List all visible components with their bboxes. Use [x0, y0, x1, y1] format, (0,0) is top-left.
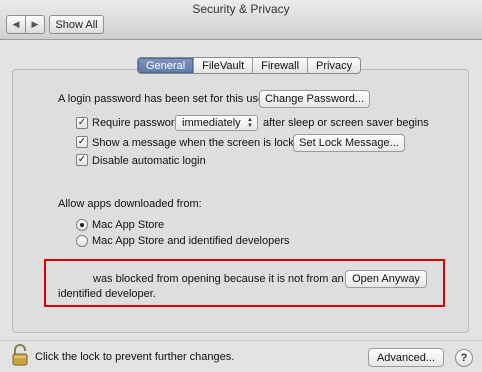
advanced-button[interactable]: Advanced...	[368, 348, 444, 367]
disable-auto-login-label: Disable automatic login	[92, 155, 206, 167]
tab-bar: General FileVault Firewall Privacy	[137, 57, 362, 74]
tab-firewall[interactable]: Firewall	[253, 58, 309, 73]
require-password-label: Require password	[92, 117, 181, 129]
back-arrow-icon: ◀	[12, 19, 20, 29]
show-message-label: Show a message when the screen is locked	[92, 137, 307, 149]
window-title: Security & Privacy	[192, 2, 290, 16]
require-password-select[interactable]: immediately ▲ ▼	[175, 115, 258, 131]
tab-privacy[interactable]: Privacy	[308, 58, 360, 73]
back-button[interactable]: ◀	[6, 15, 26, 34]
lock-text: Click the lock to prevent further change…	[35, 351, 235, 363]
tab-filevault[interactable]: FileVault	[194, 58, 254, 73]
blocked-message-line1: was blocked from opening because it is n…	[93, 273, 344, 285]
radio-identified-developers-label: Mac App Store and identified developers	[92, 235, 290, 247]
disable-auto-login-checkbox[interactable]: ✓	[76, 154, 88, 166]
footer-divider	[0, 340, 482, 341]
show-all-button[interactable]: Show All	[49, 15, 104, 34]
open-anyway-button[interactable]: Open Anyway	[345, 270, 427, 288]
stepper-arrows-icon: ▲ ▼	[247, 117, 253, 129]
radio-mac-app-store-label: Mac App Store	[92, 219, 165, 231]
checkmark-icon: ✓	[77, 154, 87, 165]
help-icon[interactable]: ?	[455, 349, 473, 367]
checkmark-icon: ✓	[77, 136, 87, 147]
radio-identified-developers[interactable]	[76, 235, 88, 247]
lock-icon[interactable]	[11, 344, 29, 366]
show-message-checkbox[interactable]: ✓	[76, 136, 88, 148]
checkmark-icon: ✓	[77, 117, 87, 128]
allow-apps-label: Allow apps downloaded from:	[58, 198, 202, 210]
forward-button[interactable]: ▶	[25, 15, 45, 34]
set-lock-message-button[interactable]: Set Lock Message...	[293, 134, 405, 152]
require-password-checkbox[interactable]: ✓	[76, 117, 88, 129]
tab-general[interactable]: General	[138, 58, 195, 73]
change-password-button[interactable]: Change Password...	[259, 90, 370, 108]
title-bar: Security & Privacy ◀ ▶ Show All	[0, 0, 482, 40]
login-password-text: A login password has been set for this u…	[58, 93, 268, 105]
forward-arrow-icon: ▶	[31, 19, 39, 29]
blocked-message-line2: identified developer.	[58, 288, 156, 300]
require-password-value: immediately	[182, 117, 241, 129]
radio-mac-app-store[interactable]	[76, 219, 88, 231]
require-password-suffix: after sleep or screen saver begins	[263, 117, 429, 129]
